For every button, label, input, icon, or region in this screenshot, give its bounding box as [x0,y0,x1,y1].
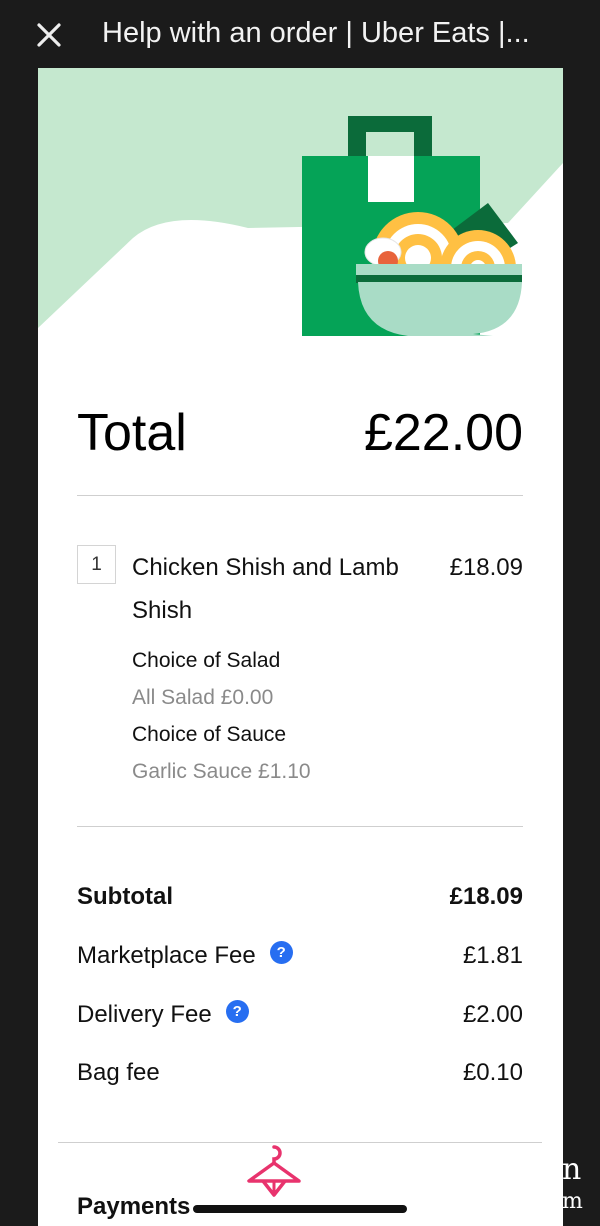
close-button[interactable] [30,16,68,54]
page-title: Help with an order | Uber Eats |... [102,17,530,49]
fee-row-delivery: Delivery Fee ? £2.00 [77,998,523,1032]
option-value-salad: All Salad £0.00 [132,686,274,709]
quantity-badge: 1 [77,545,116,584]
divider [77,826,523,827]
home-indicator[interactable] [193,1205,407,1213]
corner-letter: m [562,1189,583,1214]
help-circle-icon[interactable]: ? [269,940,293,964]
option-heading-salad: Choice of Salad [132,649,281,672]
fee-row-marketplace: Marketplace Fee ? £1.81 [77,939,523,973]
payments-heading: Payments [77,1193,191,1220]
fee-label: Marketplace Fee [77,942,256,969]
corner-letter: n [562,1155,582,1187]
close-icon [37,23,61,47]
fee-row-bag: Bag fee £0.10 [77,1056,523,1090]
total-row: Total £22.00 [77,403,523,463]
fee-amount: £18.09 [449,883,523,910]
option-value-sauce: Garlic Sauce £1.10 [132,760,311,783]
hero-banner [38,68,563,348]
fee-label: Subtotal [77,883,173,910]
food-bag-illustration [38,68,563,348]
fee-label: Delivery Fee [77,1001,212,1028]
title-bar: Help with an order | Uber Eats |... [0,0,600,68]
fee-amount: £2.00 [462,1001,523,1028]
hanger-icon [247,1145,301,1197]
fee-row-subtotal: Subtotal £18.09 [77,880,523,914]
fee-label: Bag fee [77,1059,160,1086]
total-label: Total [77,404,187,462]
divider [77,495,523,496]
total-amount: £22.00 [363,404,523,462]
fee-amount: £0.10 [462,1059,523,1086]
item-name: Chicken Shish and Lamb Shish [132,554,399,624]
item-price: £18.09 [449,554,523,581]
corner-watermark: n m [562,1155,600,1225]
option-heading-sauce: Choice of Sauce [132,723,287,746]
receipt-card: Total £22.00 1 Chicken Shish and Lamb Sh… [38,68,563,1226]
fee-amount: £1.81 [462,942,523,969]
help-circle-icon[interactable]: ? [225,999,249,1023]
